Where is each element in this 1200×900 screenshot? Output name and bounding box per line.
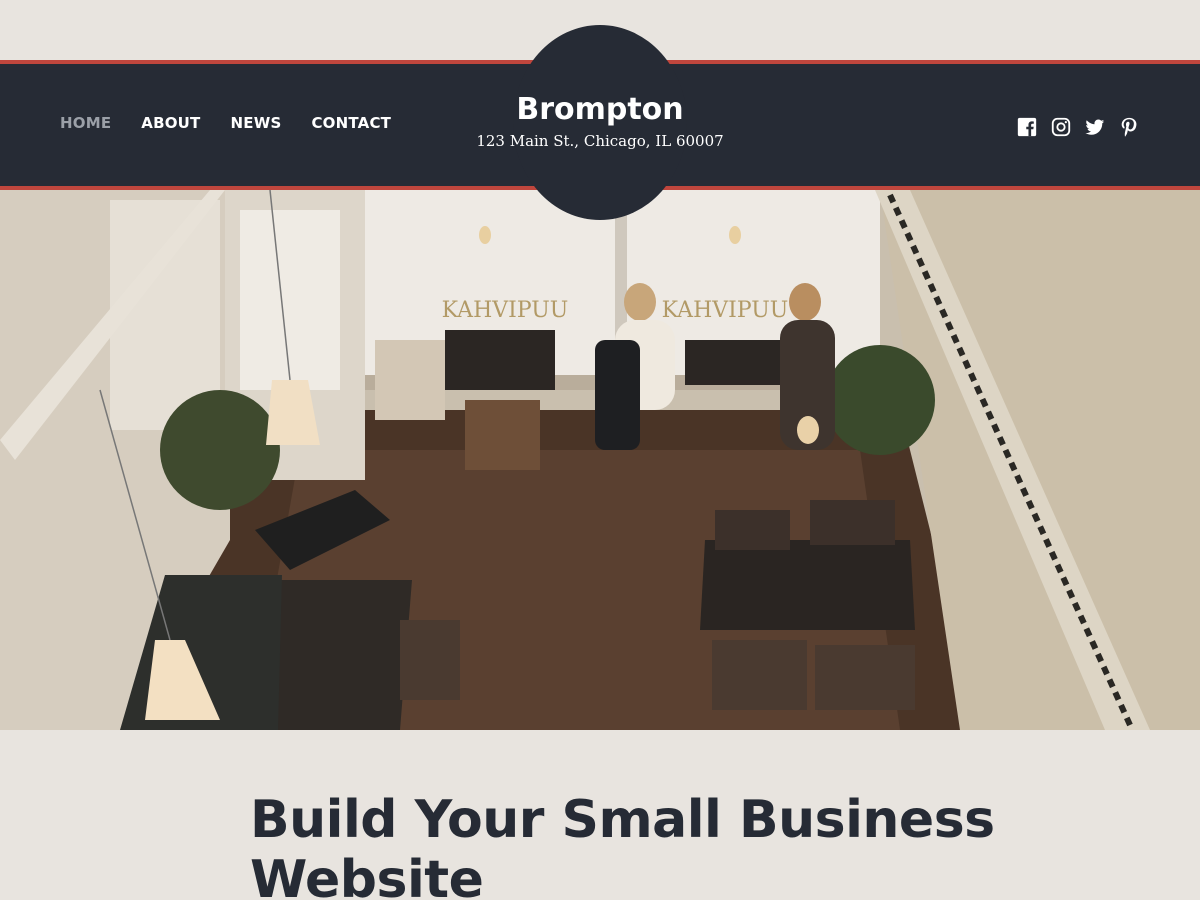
instagram-icon[interactable]	[1050, 116, 1074, 138]
nav-home[interactable]: HOME	[60, 114, 111, 132]
nav-contact[interactable]: CONTACT	[311, 114, 391, 132]
site-branding: Brompton 123 Main St., Chicago, IL 60007	[440, 90, 760, 150]
nav-about[interactable]: ABOUT	[141, 114, 200, 132]
nav-news[interactable]: NEWS	[231, 114, 282, 132]
social-links	[1016, 116, 1152, 138]
hero-image: KAHVIPUU KAHVIPUU	[0, 190, 1200, 730]
window-lettering-right: KAHVIPUU	[662, 298, 789, 323]
facebook-icon[interactable]	[1016, 116, 1040, 138]
pinterest-icon[interactable]	[1118, 116, 1142, 138]
site-title[interactable]: Brompton	[440, 90, 760, 130]
window-lettering-left: KAHVIPUU	[442, 298, 569, 323]
site-address: 123 Main St., Chicago, IL 60007	[476, 132, 724, 150]
page-headline: Build Your Small Business Website	[250, 790, 995, 900]
twitter-icon[interactable]	[1084, 116, 1108, 138]
main-navigation: HOME ABOUT NEWS CONTACT	[60, 114, 421, 132]
cafe-interior-photo: KAHVIPUU KAHVIPUU	[0, 190, 1200, 730]
